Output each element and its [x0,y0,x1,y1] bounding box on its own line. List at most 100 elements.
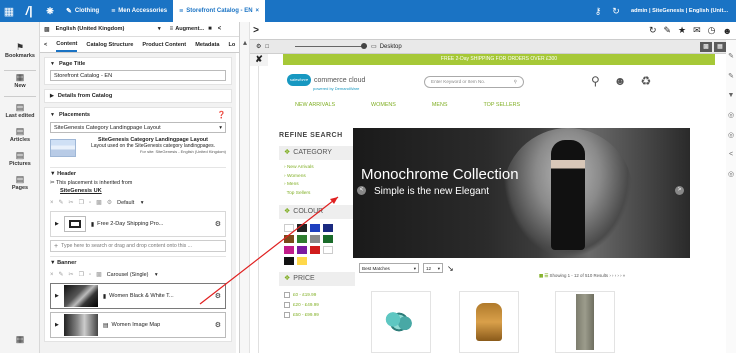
tab-localization[interactable]: Lo [228,39,235,51]
page-title-field[interactable]: Storefront Catalog - EN [50,70,226,81]
view-icon[interactable]: ▩ [96,271,102,278]
price-option[interactable]: £50 - £99.99 [284,310,355,320]
colour-swatch[interactable] [310,235,320,243]
star-icon[interactable]: ★ [678,25,686,36]
paste-icon[interactable]: ▫ [89,200,91,206]
category-link[interactable]: › Mens [284,181,355,190]
reload-icon[interactable]: ↻ [649,25,657,36]
category-link[interactable]: Top Sellers [284,190,355,199]
edit-icon[interactable]: ✎ [59,271,64,278]
globe-icon[interactable]: ◎ [726,131,736,139]
person-icon[interactable]: ☻ [723,26,732,36]
caret-right-icon[interactable]: ▶ [55,293,59,299]
gear-icon[interactable]: ⚙ [215,321,221,329]
banner-item[interactable]: ▶ ▤ Women Image Map ⚙ [50,312,226,338]
caret-down-icon[interactable]: ▼ [50,61,55,67]
product-tile[interactable] [459,291,519,353]
cut-icon[interactable]: ✂ [69,271,74,278]
caret-right-icon[interactable]: ▶ [50,93,54,99]
breadcrumb-men-accessories[interactable]: ≡ Men Accessories [105,0,173,22]
forward-icon[interactable]: > [250,25,262,36]
colour-swatch[interactable] [310,224,320,232]
sync-icon[interactable]: ↻ [607,6,625,17]
user-menu[interactable]: admin | SiteGenesis | English (Unit... [631,8,728,14]
placement-layout-select[interactable]: SiteGenesis Category Landingpage Layout ▾ [50,122,226,133]
colour-swatch[interactable] [284,257,294,265]
default-select[interactable]: Default ▾ [117,200,143,206]
rail-articles[interactable]: ▤ Articles [0,126,40,143]
pagination[interactable]: › › › › › » [609,273,625,278]
rail-bookmarks[interactable]: ⚑ Bookmarks [0,42,40,59]
cut-icon[interactable]: ✂ [69,199,74,206]
nav-mens[interactable]: MENS [432,102,448,108]
settings-icon[interactable]: ⚙ [256,43,261,50]
banner-placement-heading[interactable]: ▼ Banner [50,256,226,266]
banner-item[interactable]: ▶ ▮ Women Black & White T... ⚙ [50,283,226,309]
carousel-next-icon[interactable]: > [675,186,684,195]
location-pin-icon[interactable]: ⚲ [591,74,600,88]
edit-icon[interactable]: ✎ [59,199,64,206]
preview-mode-button[interactable]: ▩ [700,41,712,52]
gear-icon[interactable]: ⚙ [215,292,221,300]
drop-search-input[interactable]: + Type here to search or drag and drop co… [50,240,226,252]
colour-swatch[interactable] [284,235,294,243]
colour-swatch[interactable] [323,246,333,254]
augment-button[interactable]: Augment... [175,26,204,32]
view-icon[interactable]: ▩ [96,199,102,206]
tab-catalog-structure[interactable]: Catalog Structure [86,39,133,51]
rail-pages[interactable]: ▤ Pages [0,174,40,191]
globe-icon[interactable]: ◎ [726,111,736,119]
tabs-prev-icon[interactable]: < [44,39,47,51]
grid-view-icon[interactable]: ▦ ☰ [539,273,548,278]
colour-swatch[interactable] [284,246,294,254]
settings-icon[interactable]: ⚙ [107,199,112,206]
close-icon[interactable]: × [50,272,54,278]
logo[interactable]: /| [18,0,40,22]
hero-banner[interactable]: Monochrome Collection Simple is the new … [353,128,690,258]
exit-preview-icon[interactable]: ✘ [250,54,268,66]
cart-icon[interactable]: ♻ [640,74,651,88]
nav-womens[interactable]: WOMENS [371,102,396,108]
nav-new-arrivals[interactable]: NEW ARRIVALS [295,102,335,108]
form-scroll-area[interactable]: ▼ Page Title Storefront Catalog - EN ▶ Det… [40,53,236,353]
open-external-icon[interactable]: ✎ [663,25,671,36]
breadcrumb-storefront-catalog[interactable]: ≡ Storefront Catalog - EN × [173,0,266,22]
nav-top-sellers[interactable]: TOP SELLERS [483,102,520,108]
language-select[interactable]: English (United Kingdom) ▾ [56,26,164,32]
collapse-icon[interactable]: < [726,151,736,158]
category-link[interactable]: › Womens [284,173,355,182]
display-settings-button[interactable]: ▦ [714,41,726,52]
pencil-icon[interactable]: ✎ [726,52,736,60]
zoom-slider[interactable] [295,43,368,49]
mail-icon[interactable]: ✉ [693,25,701,36]
rail-grid-icon[interactable]: ▦ [0,334,40,345]
header-placement-heading[interactable]: ▼ Header [50,167,226,177]
carousel-select[interactable]: Carousel (Single) ▾ [107,272,158,278]
price-option[interactable]: £20 - £49.99 [284,300,355,310]
pencil-icon[interactable]: ✎ [726,72,736,80]
tab-content[interactable]: Content [56,38,78,52]
collapse-icon[interactable]: < [218,26,222,32]
breadcrumb-clothing[interactable]: ✎ Clothing [60,0,105,22]
colour-swatch[interactable] [297,246,307,254]
tab-product-content[interactable]: Product Content [142,39,186,51]
scroll-up-icon[interactable]: ▴ [240,38,250,48]
colour-swatch[interactable] [297,235,307,243]
sort-select[interactable]: Best Matches ▾ [359,263,419,273]
colour-heading[interactable]: ❖ COLOUR [279,205,355,219]
page-size-select[interactable]: 12 ▾ [423,263,443,273]
frame-icon[interactable]: □ [265,44,269,50]
globe-icon[interactable]: ◎ [726,170,736,178]
carousel-prev-icon[interactable]: < [357,186,366,195]
caret-right-icon[interactable]: ▶ [55,221,59,227]
clock-icon[interactable]: ◷ [708,25,716,36]
device-label[interactable]: Desktop [380,44,402,50]
comment-icon[interactable]: ■ [208,26,212,32]
tab-metadata[interactable]: Metadata [195,39,219,51]
gear-icon[interactable]: ⚙ [215,220,221,228]
rail-last-edited[interactable]: ▤ Last edited [0,102,40,119]
paste-icon[interactable]: ▫ [89,272,91,278]
promo-banner[interactable]: FREE 2-Day SHIPPING FOR ORDERS OVER £300 [283,54,715,65]
colour-swatch[interactable] [323,224,333,232]
store-search-input[interactable]: Enter Keyword or Item No. ⚲ [424,76,524,88]
